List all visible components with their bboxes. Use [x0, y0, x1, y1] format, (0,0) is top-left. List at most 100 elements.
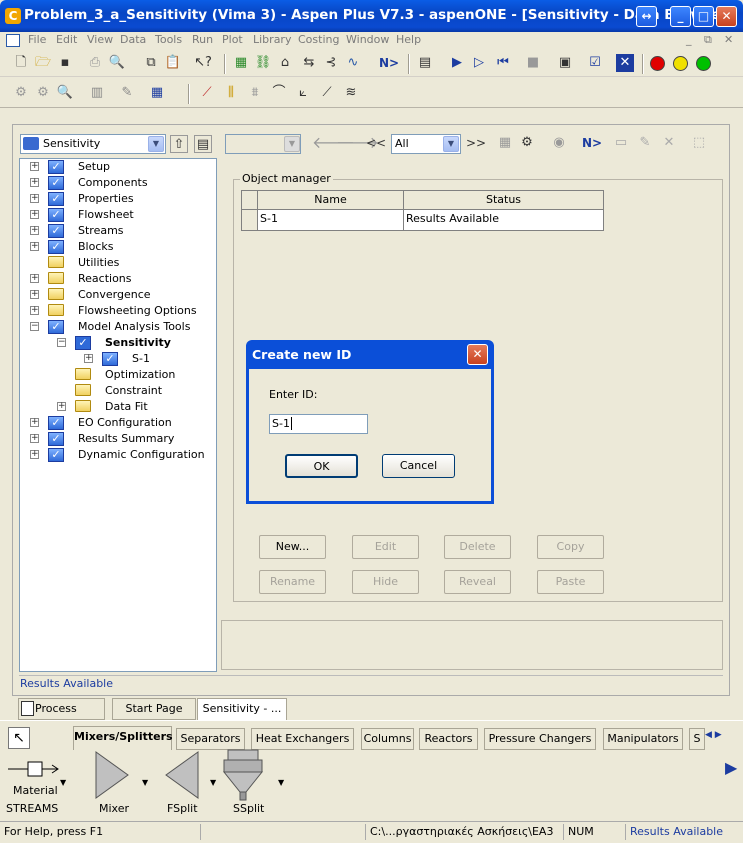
open-folder-icon[interactable]: 🗁: [34, 54, 52, 72]
tree-item-label[interactable]: EO Configuration: [78, 415, 172, 431]
tree-item-label[interactable]: Results Summary: [78, 431, 174, 447]
maximize-button[interactable]: □: [693, 6, 714, 27]
next-button-icon[interactable]: N>: [376, 54, 402, 72]
paste-button[interactable]: Paste: [537, 570, 604, 594]
status-yellow-icon[interactable]: [673, 56, 688, 71]
paste-icon[interactable]: 📋: [164, 54, 182, 72]
menu-run[interactable]: Run: [192, 33, 213, 46]
id-input[interactable]: S-1: [269, 414, 368, 434]
tree-expander-icon[interactable]: +: [30, 450, 39, 459]
tree-item-label[interactable]: Utilities: [78, 255, 119, 271]
palette-tab-mixers-splitters[interactable]: Mixers/Splitters: [73, 726, 173, 750]
cancel-button[interactable]: Cancel: [382, 454, 455, 478]
tab-sensitivity[interactable]: Sensitivity - ...: [197, 698, 287, 720]
grid-icon[interactable]: ▦: [496, 134, 514, 152]
plot-multi-icon[interactable]: ≋: [342, 84, 360, 102]
tree-item-label[interactable]: Setup: [78, 159, 110, 175]
wave-icon[interactable]: ∿: [344, 54, 362, 72]
print-icon[interactable]: ⎙: [86, 54, 104, 72]
dialog-close-button[interactable]: ✕: [467, 344, 488, 365]
table-cell-name[interactable]: S-1: [257, 209, 404, 231]
close-button[interactable]: ✕: [716, 6, 737, 27]
tree-expander-icon[interactable]: +: [30, 290, 39, 299]
next-form-button[interactable]: >>: [464, 134, 488, 152]
tree-item-label[interactable]: Constraint: [105, 383, 162, 399]
new-button[interactable]: New...: [259, 535, 326, 559]
palette-tab-reactors[interactable]: Reactors: [419, 728, 478, 750]
arrow-right-icon[interactable]: 🡒: [336, 134, 379, 152]
tree-expander-icon[interactable]: +: [30, 162, 39, 171]
mdi-minimize-button[interactable]: _: [686, 33, 692, 46]
resize-button[interactable]: ↔: [636, 6, 657, 27]
swap-icon[interactable]: ⇆: [300, 54, 318, 72]
tree-item-label[interactable]: Data Fit: [105, 399, 148, 415]
tree-expander-icon[interactable]: −: [57, 338, 66, 347]
up-folder-icon[interactable]: ⇧: [170, 135, 188, 153]
stream-chevron-down-icon[interactable]: ▼: [60, 778, 66, 787]
mixer-chevron-down-icon[interactable]: ▼: [142, 778, 148, 787]
tree-item-label[interactable]: Components: [78, 175, 148, 191]
menu-costing[interactable]: Costing: [298, 33, 339, 46]
palette-tab-separators[interactable]: Separators: [176, 728, 245, 750]
reset-icon[interactable]: ✕: [616, 54, 634, 72]
palette-tab-heat-exchangers[interactable]: Heat Exchangers: [251, 728, 354, 750]
aspen-app-icon[interactable]: C: [5, 8, 21, 24]
menu-help[interactable]: Help: [396, 33, 421, 46]
fsplit-chevron-down-icon[interactable]: ▼: [210, 778, 216, 787]
plot-curve-icon[interactable]: ⌒: [270, 84, 288, 102]
tree-expander-icon[interactable]: +: [30, 274, 39, 283]
palette-tab-pressure-changers[interactable]: Pressure Changers: [484, 728, 596, 750]
palette-scroll-right-icon[interactable]: ▶: [725, 758, 737, 808]
tree-item-label[interactable]: Blocks: [78, 239, 113, 255]
ssplit-chevron-down-icon[interactable]: ▼: [278, 778, 284, 787]
material-stream-icon[interactable]: [8, 758, 60, 782]
menu-file[interactable]: File: [28, 33, 46, 46]
run-icon[interactable]: ▶: [448, 54, 466, 72]
tree-expander-icon[interactable]: +: [30, 210, 39, 219]
tree-expander-icon[interactable]: +: [30, 306, 39, 315]
stop-icon[interactable]: ■: [524, 54, 542, 72]
tree-item-label[interactable]: Sensitivity: [105, 335, 171, 351]
stream-network-icon[interactable]: ⛓: [254, 54, 272, 72]
menu-edit[interactable]: Edit: [56, 33, 77, 46]
menu-view[interactable]: View: [87, 33, 113, 46]
edit-list-icon[interactable]: ✎: [118, 84, 136, 102]
tree-expander-icon[interactable]: +: [30, 194, 39, 203]
tree-expander-icon[interactable]: +: [30, 434, 39, 443]
pencil-icon[interactable]: ✎: [636, 134, 654, 152]
plot-bars-icon[interactable]: ⫼: [222, 84, 240, 102]
tree-item-label[interactable]: Flowsheet: [78, 207, 134, 223]
tree-expander-icon[interactable]: −: [30, 322, 39, 331]
print-preview-icon[interactable]: 🔍: [108, 54, 126, 72]
tree-toggle-icon[interactable]: ▤: [194, 135, 212, 153]
id-select-chevron-down-icon[interactable]: ▼: [284, 136, 300, 152]
tree-item-label[interactable]: Streams: [78, 223, 124, 239]
copy-icon[interactable]: ⧉: [142, 54, 160, 72]
palette-tab-columns[interactable]: Columns: [361, 728, 414, 750]
previous-form-button[interactable]: <<: [364, 134, 388, 152]
results-icon[interactable]: ◉: [550, 134, 568, 152]
tab-start-page[interactable]: Start Page: [112, 698, 196, 720]
gear2-icon[interactable]: ⚙: [34, 84, 52, 102]
tree-item-label[interactable]: Properties: [78, 191, 134, 207]
tree-expander-icon[interactable]: +: [30, 418, 39, 427]
palette-tab-more[interactable]: S: [689, 728, 705, 750]
menu-data[interactable]: Data: [120, 33, 146, 46]
menu-window[interactable]: Window: [346, 33, 389, 46]
tree-expander-icon[interactable]: +: [30, 178, 39, 187]
tree-expander-icon[interactable]: +: [57, 402, 66, 411]
layout-icon[interactable]: ▥: [88, 84, 106, 102]
save-icon[interactable]: ▪: [56, 54, 74, 72]
delete-x-icon[interactable]: ✕: [660, 134, 678, 152]
column-header-name[interactable]: Name: [257, 190, 404, 210]
reveal-button[interactable]: Reveal: [444, 570, 511, 594]
hide-button[interactable]: Hide: [352, 570, 419, 594]
menu-library[interactable]: Library: [253, 33, 291, 46]
menu-plot[interactable]: Plot: [222, 33, 243, 46]
menu-tools[interactable]: Tools: [155, 33, 182, 46]
form-select-chevron-down-icon[interactable]: ▼: [148, 136, 164, 152]
control-panel-icon[interactable]: ▤: [416, 54, 434, 72]
tree-expander-icon[interactable]: +: [30, 242, 39, 251]
ssplit-icon[interactable]: [222, 748, 264, 802]
fsplit-icon[interactable]: [164, 750, 200, 800]
